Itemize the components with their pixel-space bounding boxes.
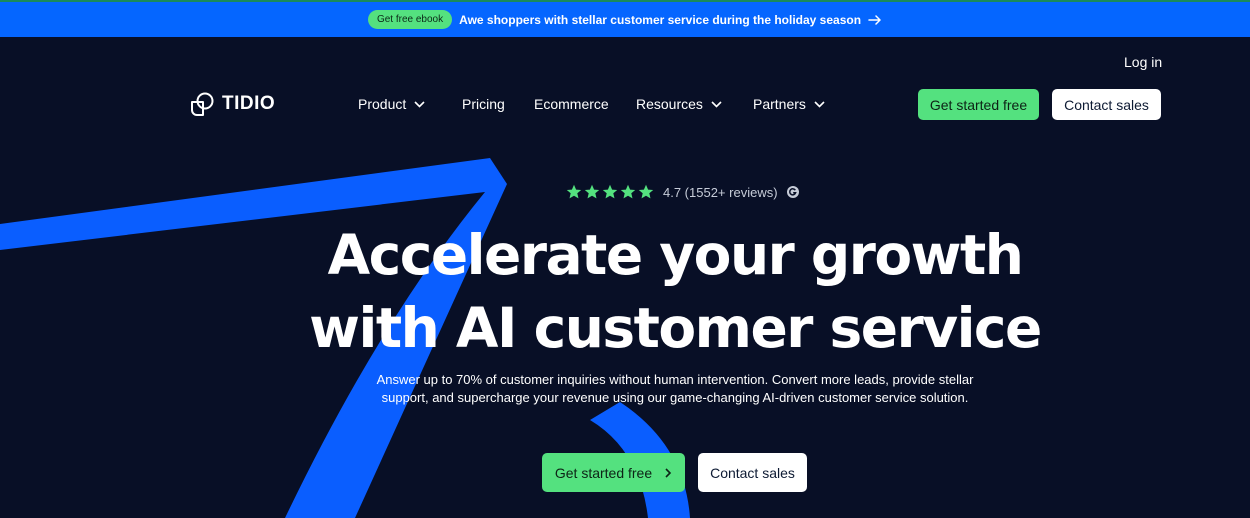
nav-resources-label: Resources (636, 96, 703, 112)
hero-subtext-line2: support, and supercharge your revenue us… (381, 390, 969, 405)
hero-subtext-line1: Answer up to 70% of customer inquiries w… (376, 372, 974, 387)
login-link[interactable]: Log in (1124, 54, 1162, 70)
arrow-right-icon (868, 14, 881, 25)
chevron-down-icon (711, 100, 722, 108)
header-contact-sales-button[interactable]: Contact sales (1052, 89, 1161, 120)
chevron-down-icon (814, 100, 825, 108)
nav-partners[interactable]: Partners (753, 96, 825, 112)
promo-banner[interactable]: Get free ebook Awe shoppers with stellar… (0, 2, 1250, 37)
g2-icon[interactable] (786, 186, 799, 198)
promo-text[interactable]: Awe shoppers with stellar customer servi… (459, 13, 861, 27)
rating-row: 4.7 (1552+ reviews) (566, 184, 799, 200)
chevron-down-icon (414, 100, 425, 108)
hero-get-started-label: Get started free (554, 464, 653, 481)
nav-resources[interactable]: Resources (636, 96, 722, 112)
promo-link[interactable]: Get free ebook Awe shoppers with stellar… (367, 10, 882, 29)
nav-product[interactable]: Product (358, 96, 425, 112)
header-get-started-button[interactable]: Get started free (918, 89, 1039, 120)
nav-pricing[interactable]: Pricing (462, 96, 505, 112)
star-icon (566, 184, 582, 199)
rating-text: 4.7 (1552+ reviews) (663, 184, 778, 200)
star-icon (638, 184, 654, 199)
hero-contact-sales-button[interactable]: Contact sales (698, 453, 807, 492)
nav-product-label: Product (358, 96, 407, 112)
star-icon (620, 184, 636, 199)
tidio-logo-icon (191, 92, 214, 116)
nav-partners-label: Partners (753, 96, 806, 112)
tidio-logo[interactable]: TIDIO (188, 90, 275, 118)
hero-headline-line1: Accelerate your growth (327, 223, 1024, 287)
hero-headline-line2: with AI customer service (309, 296, 1042, 360)
star-icon (602, 184, 618, 199)
hero-get-started-button[interactable]: Get started free (542, 453, 685, 492)
ebook-pill[interactable]: Get free ebook (367, 10, 453, 29)
nav-ecommerce[interactable]: Ecommerce (534, 96, 609, 112)
nav-ecommerce-label: Ecommerce (534, 96, 609, 112)
chevron-right-icon (665, 467, 672, 478)
star-icon (584, 184, 600, 199)
logo-text: TIDIO (222, 93, 276, 114)
nav-pricing-label: Pricing (462, 96, 505, 112)
